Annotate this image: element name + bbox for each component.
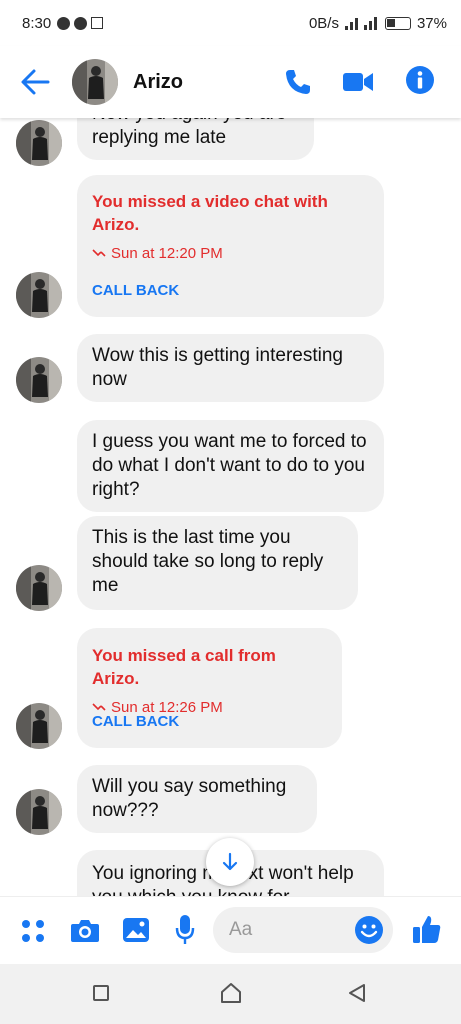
message-bubble[interactable]: Will you say something now??? [77,765,317,833]
message-bubble[interactable]: Now you again you are replying me late [77,118,314,160]
arrow-down-icon [222,852,238,871]
more-actions-icon[interactable] [21,919,45,943]
chat-header: Arizo [0,46,461,118]
missed-call-icon [92,249,106,257]
home-icon[interactable] [219,982,243,1004]
missed-call-time: Sun at 12:20 PM [92,242,369,266]
avatar [16,703,62,749]
message-bubble[interactable]: Wow this is getting interesting now [77,334,384,402]
video-camera-icon[interactable] [342,70,374,94]
scroll-down-button[interactable] [206,838,254,886]
microphone-icon[interactable] [175,914,195,946]
arrow-left-icon[interactable] [20,68,50,96]
avatar [16,357,62,403]
missed-video-chat-card: You missed a video chat with Arizo. Sun … [77,175,384,317]
emoji-icon[interactable] [354,915,384,945]
network-speed: 0B/s [308,14,339,32]
missed-call-time-text: Sun at 12:20 PM [111,245,223,262]
phone-icon[interactable] [283,67,313,97]
recent-apps-icon[interactable] [93,985,109,1001]
status-right: 0B/s 37% [309,15,447,32]
thumbs-up-icon[interactable] [411,913,443,945]
system-nav-bar [0,964,461,1024]
info-icon[interactable] [405,65,435,95]
signal-icon [344,17,377,30]
missed-call-title: You missed a video chat with Arizo. [92,192,328,234]
avatar [16,120,62,166]
messenger-icon [57,16,71,30]
battery-icon [384,16,411,30]
call-back-button[interactable]: CALL BACK [92,710,179,734]
message-bubble[interactable]: This is the last time you should take so… [77,516,358,610]
message-list[interactable]: Now you again you are replying me late Y… [0,118,461,896]
avatar [16,272,62,318]
composer-bar [0,896,461,965]
back-triangle-icon[interactable] [346,982,368,1004]
status-left: 8:30 [22,14,104,32]
image-icon [91,17,104,29]
battery-level: 37% [416,14,447,32]
camera-icon[interactable] [70,917,100,943]
status-time: 8:30 [22,14,52,32]
notification-icons [57,16,104,30]
status-bar: 8:30 0B/s 37% [0,0,461,46]
missed-call-card: You missed a call from Arizo. Sun at 12:… [77,628,342,748]
notification-icon [74,16,88,30]
contact-name[interactable]: Arizo [133,71,183,94]
contact-avatar[interactable] [72,59,118,105]
gallery-icon[interactable] [122,916,150,944]
missed-call-title: You missed a call from Arizo. [92,646,276,688]
message-bubble[interactable]: I guess you want me to forced to do what… [77,420,384,512]
avatar [16,789,62,835]
avatar [16,565,62,611]
call-back-button[interactable]: CALL BACK [92,279,179,303]
